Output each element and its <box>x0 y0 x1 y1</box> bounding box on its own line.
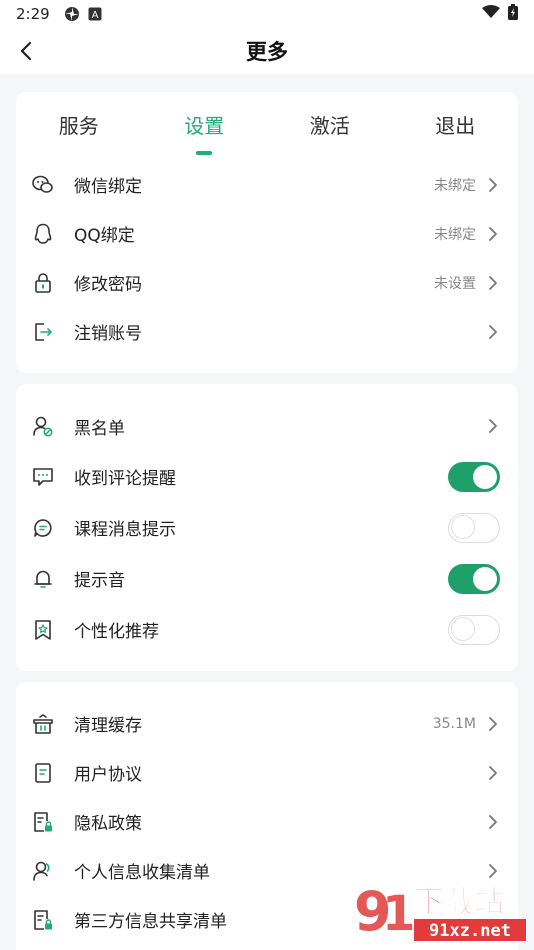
course-message-toggle[interactable] <box>448 512 500 543</box>
sound-toggle[interactable] <box>448 563 500 594</box>
cache-size: 35.1M <box>432 715 476 732</box>
bookmark-star-icon <box>32 619 54 641</box>
chevron-right-icon <box>486 764 500 782</box>
row-personalized-recommend: 个性化推荐 <box>16 604 518 655</box>
tab-bar: 服务 设置 激活 退出 <box>16 92 519 155</box>
tab-logout[interactable]: 退出 <box>393 106 519 139</box>
row-label: QQ绑定 <box>74 226 135 246</box>
qq-icon <box>32 223 54 245</box>
document-icon <box>32 762 54 784</box>
chevron-right-icon <box>486 225 500 243</box>
preference-card: 黑名单 收到评论提醒 课程消息提示 提示音 个性化推荐 <box>16 384 518 671</box>
user-info-icon <box>32 860 54 882</box>
row-label: 提示音 <box>74 571 125 591</box>
tab-activate[interactable]: 激活 <box>267 106 393 139</box>
clean-icon <box>32 713 54 735</box>
blacklist-icon <box>32 415 54 437</box>
row-label: 隐私政策 <box>74 814 142 834</box>
watermark-url: 91xz.net <box>429 921 511 941</box>
row-blacklist[interactable]: 黑名单 <box>16 401 518 451</box>
tab-service[interactable]: 服务 <box>16 106 142 139</box>
comment-notify-toggle[interactable] <box>448 461 500 492</box>
row-label: 课程消息提示 <box>74 520 176 540</box>
chevron-right-icon <box>486 715 500 733</box>
row-label: 修改密码 <box>74 275 142 295</box>
row-change-password[interactable]: 修改密码 未设置 <box>16 258 518 307</box>
share-doc-icon <box>32 909 54 931</box>
row-label: 黑名单 <box>74 418 125 439</box>
row-privacy-policy[interactable]: 隐私政策 <box>16 797 518 846</box>
row-clear-cache[interactable]: 清理缓存 35.1M <box>16 699 518 748</box>
row-delete-account[interactable]: 注销账号 <box>16 307 518 356</box>
svg-text:1: 1 <box>382 886 415 942</box>
chevron-right-icon <box>486 274 500 292</box>
watermark-text: 下载站 <box>414 885 504 920</box>
page-title: 更多 <box>246 40 288 64</box>
message-icon <box>32 517 54 539</box>
row-label: 个性化推荐 <box>74 622 159 642</box>
back-button[interactable] <box>12 37 40 65</box>
app-a-icon: A <box>88 7 102 21</box>
row-label: 收到评论提醒 <box>74 469 176 489</box>
chevron-right-icon <box>486 323 500 341</box>
status-bar: 2:29 A <box>0 0 534 28</box>
wifi-icon <box>482 5 500 23</box>
logout-icon <box>32 321 54 343</box>
privacy-doc-icon <box>32 811 54 833</box>
tab-active-indicator <box>196 150 213 155</box>
app-header: 更多 <box>0 28 534 74</box>
row-user-agreement[interactable]: 用户协议 <box>16 748 518 797</box>
wechat-icon <box>32 174 54 196</box>
svg-text:A: A <box>91 10 98 21</box>
row-wechat-binding[interactable]: 微信绑定 未绑定 <box>16 160 518 209</box>
row-label: 注销账号 <box>74 324 142 344</box>
lock-icon <box>32 272 54 294</box>
account-settings-card: 服务 设置 激活 退出 微信绑定 未绑定 QQ绑定 未绑定 修改密码 未设置 注… <box>16 92 518 373</box>
chevron-left-icon <box>20 41 32 61</box>
tab-settings[interactable]: 设置 <box>142 106 268 155</box>
row-qq-binding[interactable]: QQ绑定 未绑定 <box>16 209 518 258</box>
row-label: 微信绑定 <box>74 177 142 197</box>
row-sound: 提示音 <box>16 553 518 604</box>
password-status: 未设置 <box>434 275 476 292</box>
chevron-right-icon <box>486 176 500 194</box>
binding-status: 未绑定 <box>434 226 476 243</box>
chevron-right-icon <box>486 417 500 435</box>
binding-status: 未绑定 <box>434 177 476 194</box>
pinwheel-icon <box>64 6 80 22</box>
battery-icon <box>508 4 518 24</box>
row-label: 用户协议 <box>74 765 142 785</box>
row-comment-notify: 收到评论提醒 <box>16 451 518 502</box>
row-label: 清理缓存 <box>74 716 142 736</box>
personalized-recommend-toggle[interactable] <box>448 614 500 645</box>
chevron-right-icon <box>486 862 500 880</box>
bell-icon <box>32 568 54 590</box>
status-time: 2:29 <box>16 5 50 23</box>
row-course-message: 课程消息提示 <box>16 502 518 553</box>
comment-icon <box>32 466 54 488</box>
watermark-logo: 9 1 下载站 91xz.net <box>352 878 528 944</box>
chevron-right-icon <box>486 813 500 831</box>
